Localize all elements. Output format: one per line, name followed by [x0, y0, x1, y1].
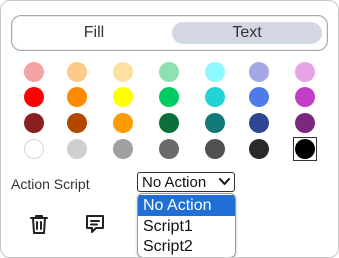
action-script-selected-value: No Action — [142, 174, 207, 191]
color-swatch[interactable] — [67, 87, 87, 107]
color-swatch[interactable] — [295, 62, 315, 82]
option-no-action[interactable]: No Action — [138, 195, 235, 216]
color-swatch[interactable] — [205, 62, 225, 82]
color-swatch[interactable] — [295, 113, 315, 133]
color-swatch[interactable] — [67, 62, 87, 82]
color-swatch[interactable] — [205, 113, 225, 133]
trash-icon — [30, 215, 48, 234]
color-swatch[interactable] — [159, 87, 179, 107]
action-script-label: Action Script — [11, 176, 90, 192]
color-swatch[interactable] — [113, 139, 133, 159]
color-swatch[interactable] — [205, 139, 225, 159]
delete-button[interactable] — [27, 212, 51, 236]
color-swatch[interactable] — [24, 87, 44, 107]
color-swatch[interactable] — [159, 62, 179, 82]
tab-text[interactable]: Text — [172, 22, 322, 44]
color-swatch[interactable] — [113, 113, 133, 133]
color-swatch[interactable] — [159, 113, 179, 133]
color-swatch[interactable] — [295, 87, 315, 107]
option-script1[interactable]: Script1 — [138, 216, 235, 237]
action-script-dropdown: No Action Script1 Script2 — [137, 193, 236, 257]
color-swatch[interactable] — [113, 87, 133, 107]
color-swatch[interactable] — [249, 113, 269, 133]
color-swatch[interactable] — [24, 139, 44, 159]
tab-fill[interactable]: Fill — [18, 22, 170, 44]
color-swatch[interactable] — [249, 87, 269, 107]
color-swatch[interactable] — [24, 62, 44, 82]
color-swatch[interactable] — [113, 62, 133, 82]
comment-button[interactable] — [83, 212, 107, 236]
color-swatch[interactable] — [24, 113, 44, 133]
action-script-select[interactable]: No Action — [137, 172, 235, 192]
color-swatch[interactable] — [159, 139, 179, 159]
color-picker-panel: Fill Text Action Script No Action No Act… — [0, 0, 339, 258]
fill-text-tab-bar: Fill Text — [11, 15, 328, 51]
comment-icon — [86, 215, 104, 233]
color-swatch[interactable] — [295, 139, 315, 159]
chevron-down-icon — [219, 178, 230, 185]
color-swatch[interactable] — [67, 113, 87, 133]
color-swatch[interactable] — [249, 139, 269, 159]
color-swatch[interactable] — [205, 87, 225, 107]
color-swatch[interactable] — [67, 139, 87, 159]
option-script2[interactable]: Script2 — [138, 236, 235, 257]
color-swatch[interactable] — [249, 62, 269, 82]
